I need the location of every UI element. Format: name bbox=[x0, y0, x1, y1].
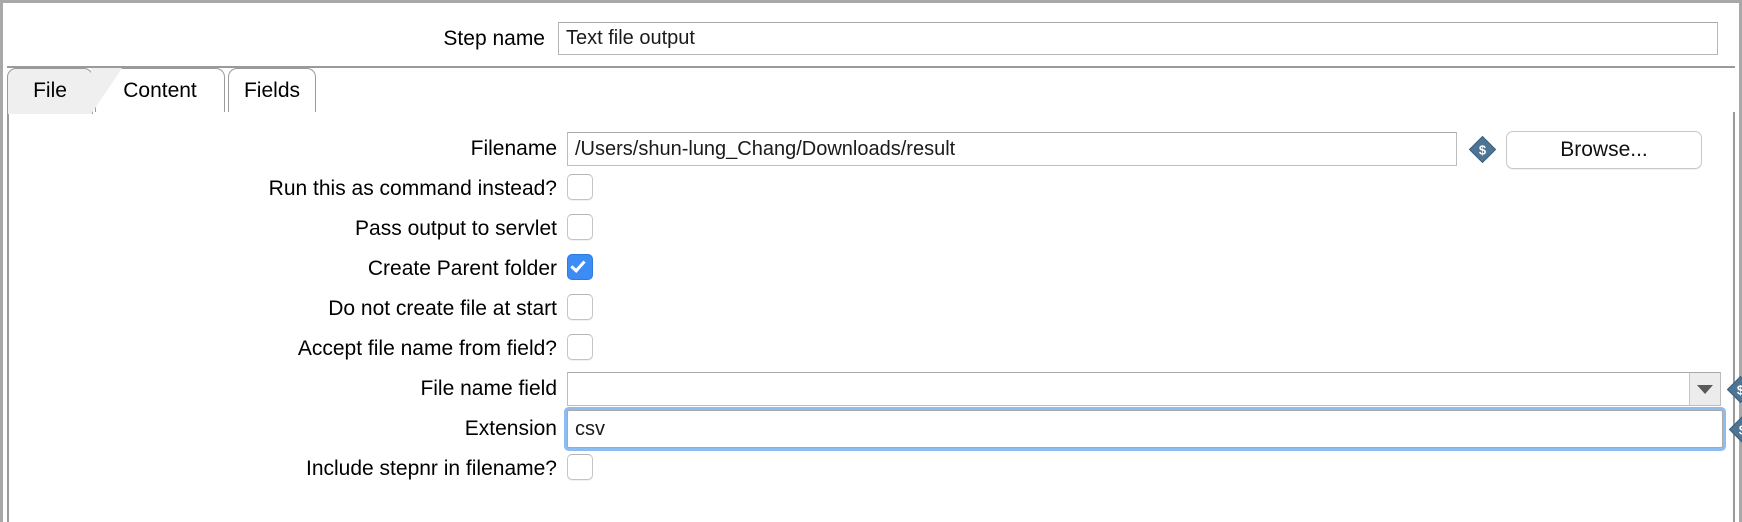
tab-folder: File Content Fields Filename $ bbox=[7, 66, 1735, 522]
tab-fields[interactable]: Fields bbox=[228, 68, 316, 114]
step-name-input[interactable] bbox=[558, 22, 1718, 55]
pass-output-to-servlet-checkbox[interactable] bbox=[567, 214, 593, 240]
window-left-border bbox=[0, 0, 3, 522]
tab-fields-label: Fields bbox=[229, 69, 315, 113]
tab-file[interactable]: File bbox=[7, 68, 93, 114]
step-name-row: Step name bbox=[0, 22, 1742, 56]
include-stepnr-in-filename-checkbox[interactable] bbox=[567, 454, 593, 480]
include-stepnr-in-filename-label: Include stepnr in filename? bbox=[9, 454, 557, 484]
filename-row: Filename $ Browse... bbox=[9, 134, 1737, 174]
filename-input[interactable] bbox=[567, 132, 1457, 166]
step-dialog-window: Step name File Content Fields Filename bbox=[0, 0, 1742, 522]
svg-text:$: $ bbox=[1479, 143, 1487, 158]
dollar-diamond-icon[interactable]: $ bbox=[1469, 136, 1496, 163]
accept-file-name-from-field-label: Accept file name from field? bbox=[9, 334, 557, 364]
window-top-border bbox=[0, 0, 1742, 3]
file-name-field-label: File name field bbox=[9, 374, 557, 404]
pass-output-to-servlet-label: Pass output to servlet bbox=[9, 214, 557, 244]
create-parent-folder-checkbox[interactable] bbox=[567, 254, 593, 280]
do-not-create-file-at-start-label: Do not create file at start bbox=[9, 294, 557, 324]
browse-button[interactable]: Browse... bbox=[1506, 131, 1702, 169]
tab-content[interactable]: Content bbox=[95, 68, 225, 114]
pass-output-to-servlet-row: Pass output to servlet bbox=[9, 214, 1737, 254]
create-parent-folder-row: Create Parent folder bbox=[9, 254, 1737, 294]
step-name-label: Step name bbox=[0, 26, 545, 52]
checkmark-icon bbox=[570, 257, 585, 273]
browse-button-label: Browse... bbox=[1560, 138, 1648, 161]
run-as-command-checkbox[interactable] bbox=[567, 174, 593, 200]
run-as-command-label: Run this as command instead? bbox=[9, 174, 557, 204]
do-not-create-file-at-start-checkbox[interactable] bbox=[567, 294, 593, 320]
tab-body-file: Filename $ Browse... Run this as command… bbox=[7, 112, 1735, 522]
accept-file-name-from-field-row: Accept file name from field? bbox=[9, 334, 1737, 374]
tab-strip: File Content Fields bbox=[7, 66, 1735, 114]
create-parent-folder-label: Create Parent folder bbox=[9, 254, 557, 284]
dollar-diamond-icon[interactable]: $ bbox=[1729, 416, 1742, 443]
filename-label: Filename bbox=[9, 134, 557, 164]
tab-file-label: File bbox=[8, 69, 92, 113]
run-as-command-row: Run this as command instead? bbox=[9, 174, 1737, 214]
extension-row: Extension $ bbox=[9, 414, 1737, 454]
extension-label: Extension bbox=[9, 414, 557, 444]
do-not-create-file-at-start-row: Do not create file at start bbox=[9, 294, 1737, 334]
file-name-field-input[interactable] bbox=[568, 373, 1688, 405]
file-name-field-combo[interactable] bbox=[567, 372, 1721, 406]
dollar-diamond-icon[interactable]: $ bbox=[1727, 376, 1742, 403]
accept-file-name-from-field-checkbox[interactable] bbox=[567, 334, 593, 360]
tab-content-label: Content bbox=[96, 69, 224, 113]
extension-field-wrapper[interactable] bbox=[567, 410, 1723, 448]
include-stepnr-in-filename-row: Include stepnr in filename? bbox=[9, 454, 1737, 494]
svg-text:$: $ bbox=[1737, 383, 1742, 398]
file-name-field-row: File name field $ bbox=[9, 374, 1737, 414]
extension-input[interactable] bbox=[568, 411, 1722, 447]
chevron-down-icon bbox=[1697, 385, 1713, 394]
file-name-field-dropdown-button[interactable] bbox=[1689, 373, 1720, 405]
